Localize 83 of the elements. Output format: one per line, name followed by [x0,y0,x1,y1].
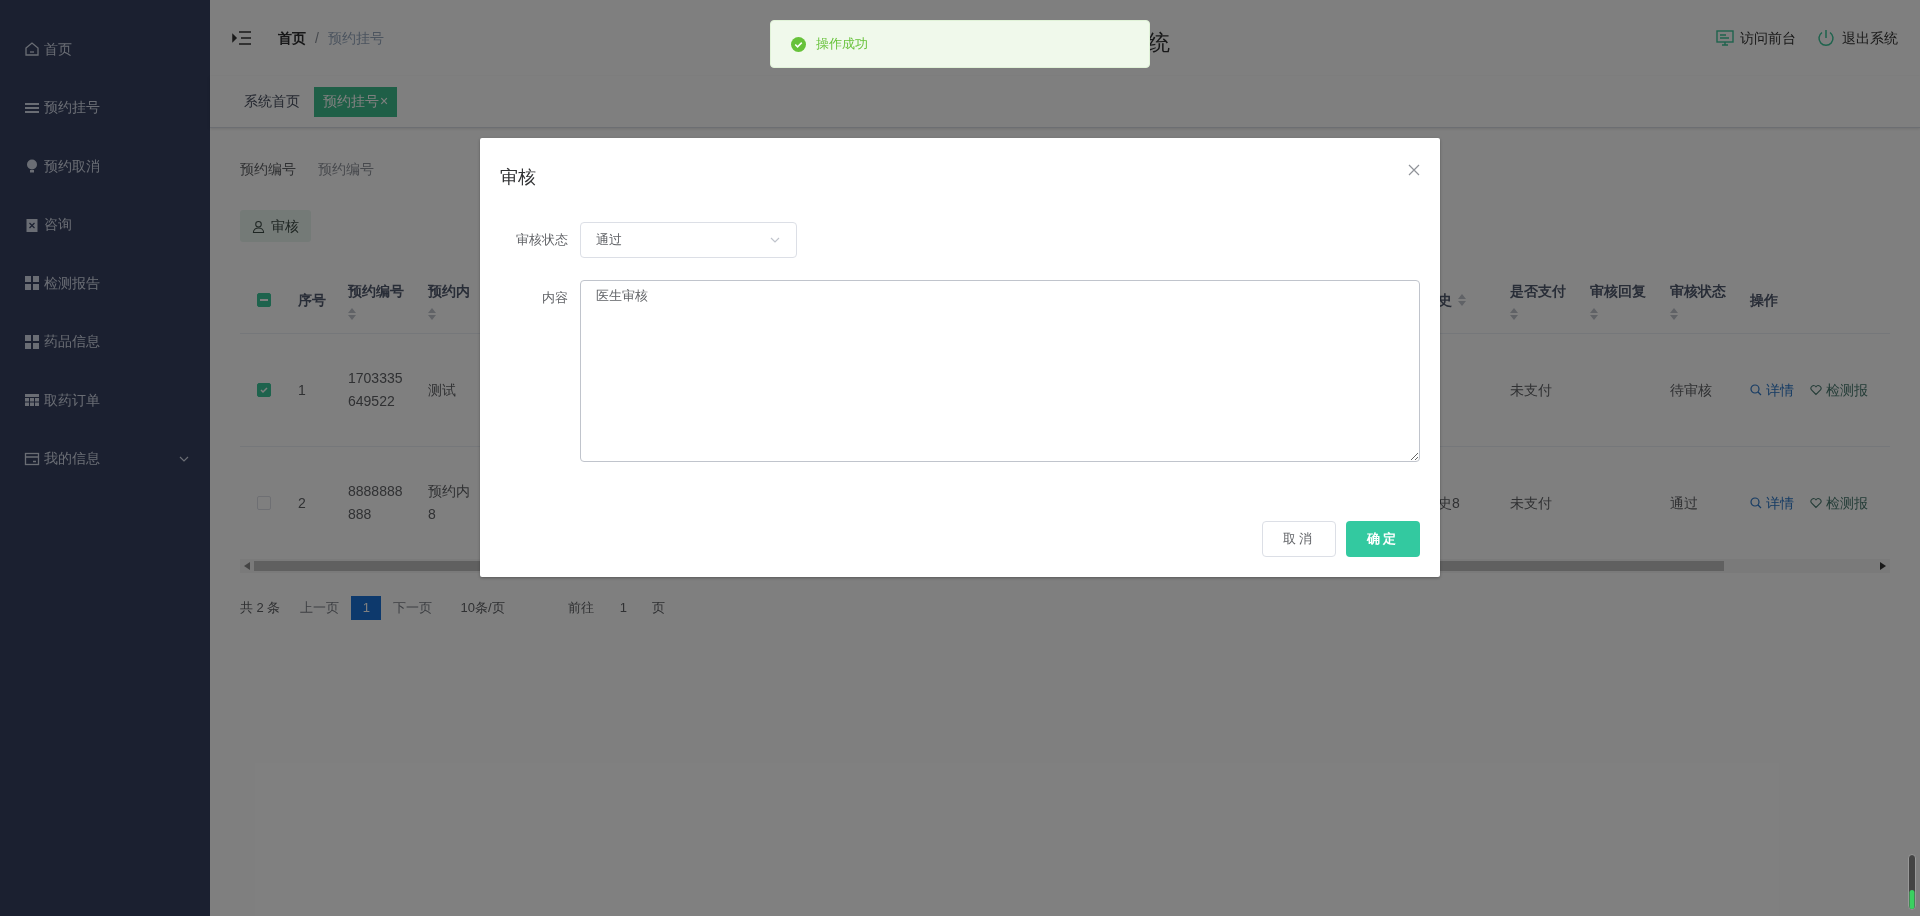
table-cell: 史8 [1438,494,1460,511]
table-cell-text: 8888888888 [348,482,404,524]
search-icon [1750,497,1762,509]
sidebar-item[interactable]: 咨询 [0,195,210,254]
table-cell: 通过 [1670,494,1698,511]
heart-icon [1810,497,1822,509]
column-header[interactable]: 审核回复 [1580,280,1660,320]
goto-suffix: 页 [652,599,666,618]
sidebar-item[interactable]: 检测报告 [0,254,210,313]
header-link[interactable]: 退出系统 [1816,27,1898,49]
sidebar-item[interactable]: 我的信息 [0,429,210,488]
sort-icon[interactable] [428,307,436,320]
scroll-left-icon[interactable] [244,562,250,570]
column-header: 操作 [1749,290,1779,310]
table-cell: 未支付 [1510,494,1552,511]
action-link[interactable]: 详情 [1750,492,1794,514]
page-size-select[interactable]: 10条/页 [458,595,549,621]
heart-icon [1810,384,1822,396]
close-icon[interactable] [1408,164,1420,176]
level-meter-icon [1908,854,1916,910]
power-icon [1816,28,1836,48]
sidebar-item[interactable]: 预约取消 [0,137,210,196]
table-cell-text: 1 [297,380,307,400]
column-header[interactable]: 预约编号 [338,280,418,320]
grid-icon [24,333,40,350]
sort-icon[interactable] [1458,294,1466,306]
tab-close-icon[interactable]: × [380,91,389,112]
column-header: 序号 [297,290,327,310]
confirm-button[interactable]: 确定 [1346,521,1420,557]
sidebar-item[interactable]: 取药订单 [0,371,210,430]
tab[interactable]: 预约挂号× [314,86,398,117]
tab[interactable]: 系统首页 [236,86,308,117]
table-cell-text: 预约内 8 [428,482,471,524]
status-select[interactable]: 通过 [580,222,797,258]
sidebar-item[interactable]: 首页 [0,20,210,79]
table-cell-text: 1703335649522 [348,369,404,411]
cancel-button[interactable]: 取消 [1262,521,1336,557]
sidebar-item[interactable]: 预约挂号 [0,78,210,137]
checkbox[interactable] [257,383,271,397]
sort-icon[interactable] [348,307,356,320]
column-header[interactable]: 史 [1420,289,1500,311]
column-header[interactable]: 是否支付 [1500,280,1580,320]
search-label: 预约编号 [240,159,296,179]
action-link[interactable]: 详情 [1750,379,1794,401]
user-icon [252,219,265,233]
sort-icon[interactable] [1590,307,1598,320]
goto-label: 前往 [568,599,595,618]
card-icon [24,450,40,467]
table-cell-text: 2 [297,493,307,513]
clipboard-icon [24,216,40,233]
action-link[interactable]: 检测报 [1810,379,1868,401]
bulb-icon [24,158,40,175]
scroll-right-icon[interactable] [1880,562,1886,570]
header-link[interactable]: 访问前台 [1716,27,1796,49]
column-header[interactable]: 审核状态 [1660,280,1740,320]
table-cell: 待审核 [1670,381,1712,398]
home-icon [24,41,40,58]
action-link[interactable]: 检测报 [1810,492,1868,514]
table-cell-text: 测试 [428,380,457,400]
breadcrumb-item[interactable]: 首页 [278,27,306,49]
column-header[interactable]: 预约内 [418,280,498,320]
review-button[interactable]: 审核 [240,210,311,242]
sort-icon[interactable] [1510,307,1518,320]
checkmark-icon [259,385,269,395]
goto-field[interactable]: 1 [608,598,639,618]
search-icon [1750,384,1762,396]
total-count: 共 2 条 [240,599,281,618]
check-circle-icon [791,36,806,52]
form-label: 审核状态 [515,231,569,249]
page-button[interactable]: 1 [351,596,382,620]
sidebar-item[interactable]: 药品信息 [0,312,210,371]
checkbox[interactable] [257,293,271,307]
sort-icon[interactable] [1670,307,1678,320]
success-toast: 操作成功 [770,20,1150,68]
dialog-title: 审核 [500,165,536,189]
table-cell: 未支付 [1510,381,1552,398]
form-label: 内容 [541,289,569,307]
monitor-icon [1716,29,1734,47]
table-icon [24,392,40,409]
menu-fold-icon[interactable] [232,30,252,46]
content-textarea[interactable]: 医生审核 [580,280,1420,462]
grid-icon [24,275,40,292]
breadcrumb-separator: / [315,28,319,48]
